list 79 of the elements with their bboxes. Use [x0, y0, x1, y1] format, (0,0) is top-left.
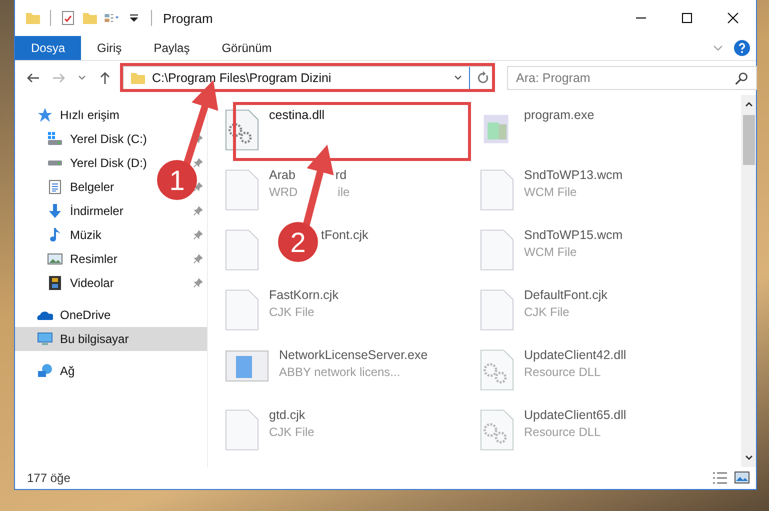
sidebar-label[interactable]: Yerel Disk (C:) [70, 132, 147, 146]
file-icon [480, 288, 514, 332]
sidebar-label[interactable]: Resimler [70, 252, 118, 266]
sidebar-label: OneDrive [60, 308, 111, 322]
sidebar-label[interactable]: Müzik [70, 228, 102, 242]
file-type: CJK File [269, 305, 314, 319]
sidebar-label[interactable]: Yerel Disk (D:) [70, 156, 147, 170]
file-name[interactable]: UpdateClient42.dll [524, 348, 626, 362]
properties-icon[interactable] [60, 10, 76, 26]
file-type: ile [338, 185, 350, 199]
monitor-icon [37, 331, 53, 347]
file-type: WCM File [524, 245, 577, 259]
file-name[interactable]: UpdateClient65.dll [524, 408, 626, 422]
maximize-icon [681, 12, 693, 24]
ribbon-tab[interactable]: Görünüm [206, 36, 288, 60]
app-window-icon [225, 348, 269, 384]
sidebar-label[interactable]: Belgeler [70, 180, 114, 194]
gear-file-icon [480, 348, 514, 392]
refresh-icon[interactable] [476, 71, 490, 85]
file-type: WRD [269, 185, 298, 199]
file-name[interactable]: DefaultFont.cjk [524, 288, 608, 302]
scrollbar[interactable] [741, 95, 756, 467]
document-icon [47, 179, 63, 195]
sidebar-label: Ağ [60, 364, 75, 378]
file-name[interactable]: tFont.cjk [321, 228, 368, 242]
file-icon [225, 168, 259, 212]
sidebar-label: Bu bilgisayar [60, 332, 129, 346]
help-icon[interactable] [734, 40, 750, 56]
drive-icon [47, 131, 63, 147]
ribbon-tab[interactable]: Dosya [15, 36, 82, 60]
gear-file-icon [225, 108, 259, 152]
sidebar-label[interactable]: İndirmeler [70, 204, 124, 218]
sidebar-item[interactable]: Hızlı erişim [15, 103, 207, 127]
file-icon [480, 228, 514, 272]
down-arrow-icon [47, 203, 63, 219]
file-icon [480, 168, 514, 212]
file-name[interactable]: Arab [269, 168, 296, 182]
file-icon [225, 288, 259, 332]
network-icon [37, 363, 53, 379]
sidebar-label: Hızlı erişim [60, 108, 120, 122]
folder-icon [130, 70, 146, 86]
item-count: 177 öğe [27, 471, 70, 485]
file-type: ABBY network licens... [279, 365, 400, 379]
file-type: CJK File [524, 305, 570, 319]
close-icon [727, 12, 739, 24]
file-name[interactable]: gtd.cjk [269, 408, 306, 422]
film-icon [47, 275, 63, 291]
sidebar-item[interactable]: Bu bilgisayar [15, 327, 207, 351]
step-number-badge: 2 [278, 222, 318, 262]
file-type: WCM File [524, 185, 577, 199]
address-field[interactable]: C:\Program Files\Program Dizini [123, 66, 495, 90]
details-view-icon[interactable] [712, 471, 728, 485]
file-name[interactable]: SndToWP15.wcm [524, 228, 623, 242]
star-icon [37, 107, 53, 123]
window-title: Program [163, 10, 213, 26]
ribbon-tab[interactable]: Giriş [81, 36, 138, 60]
picture-icon [47, 251, 63, 267]
gear-file-icon [480, 408, 514, 452]
sidebar-item[interactable]: Ağ [15, 359, 207, 383]
file-name[interactable]: cestina.dll [269, 108, 325, 122]
file-name: rd [335, 168, 347, 182]
file-name[interactable]: NetworkLicenseServer.exe [279, 348, 428, 362]
file-name[interactable]: program.exe [524, 108, 594, 122]
large-icons-view-icon[interactable] [734, 471, 750, 485]
file-type: CJK File [269, 425, 314, 439]
file-type: Resource DLL [524, 365, 601, 379]
scrollbar-thumb[interactable] [742, 115, 754, 165]
file-icon [225, 228, 259, 272]
file-icon [225, 408, 259, 452]
folder-icon [25, 10, 41, 26]
file-name[interactable]: FastKorn.cjk [269, 288, 338, 302]
sidebar-item[interactable]: OneDrive [15, 303, 207, 327]
sidebar-label[interactable]: Videolar [70, 276, 114, 290]
file-name[interactable]: SndToWP13.wcm [524, 168, 623, 182]
ribbon-tab[interactable]: Paylaş [138, 36, 206, 60]
step-number-badge: 1 [157, 160, 197, 200]
address-path: C:\Program Files\Program Dizini [152, 71, 332, 85]
search-field[interactable]: Ara: Program [507, 66, 757, 90]
file-type: Resource DLL [524, 425, 601, 439]
